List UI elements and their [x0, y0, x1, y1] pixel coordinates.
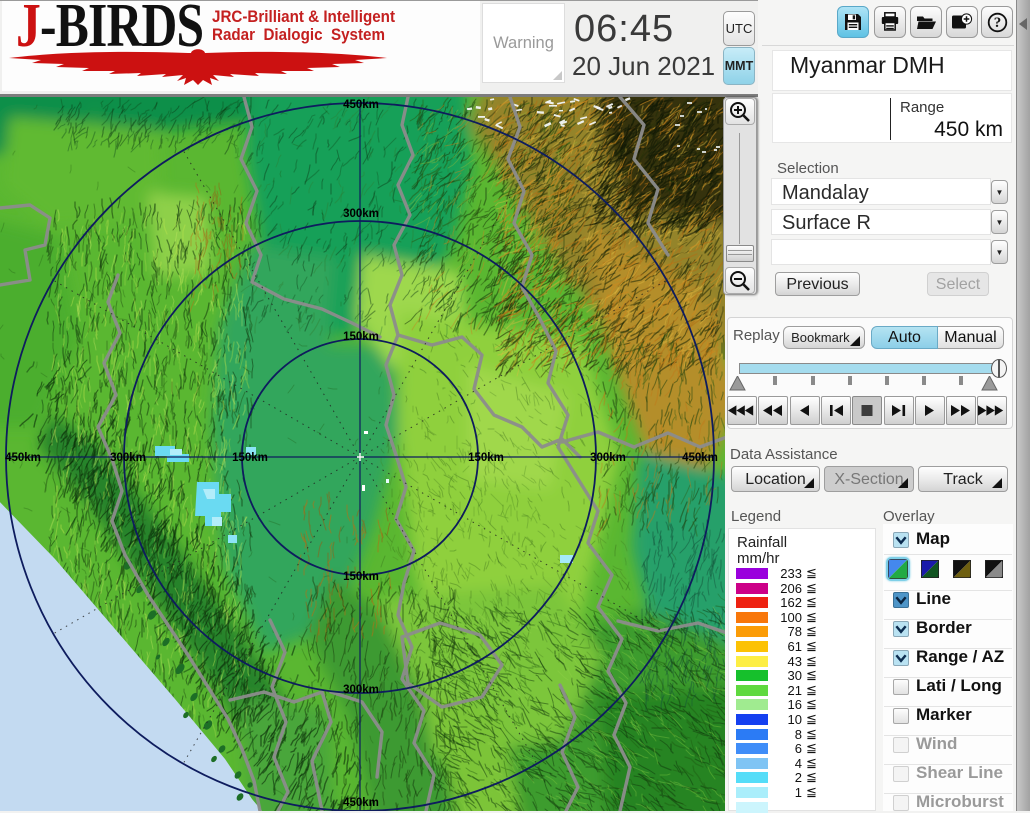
svg-text:150km: 150km	[343, 331, 379, 343]
svg-text:300km: 300km	[590, 452, 626, 464]
svg-text:450km: 450km	[5, 452, 41, 464]
svg-text:150km: 150km	[468, 452, 504, 464]
svg-text:300km: 300km	[343, 684, 379, 696]
svg-text:?: ?	[993, 15, 1001, 31]
svg-text:450km: 450km	[343, 99, 379, 111]
svg-text:300km: 300km	[110, 452, 146, 464]
svg-text:450km: 450km	[682, 452, 718, 464]
svg-text:450km: 450km	[343, 797, 379, 809]
svg-text:150km: 150km	[343, 571, 379, 583]
svg-text:150km: 150km	[232, 452, 268, 464]
svg-text:300km: 300km	[343, 208, 379, 220]
